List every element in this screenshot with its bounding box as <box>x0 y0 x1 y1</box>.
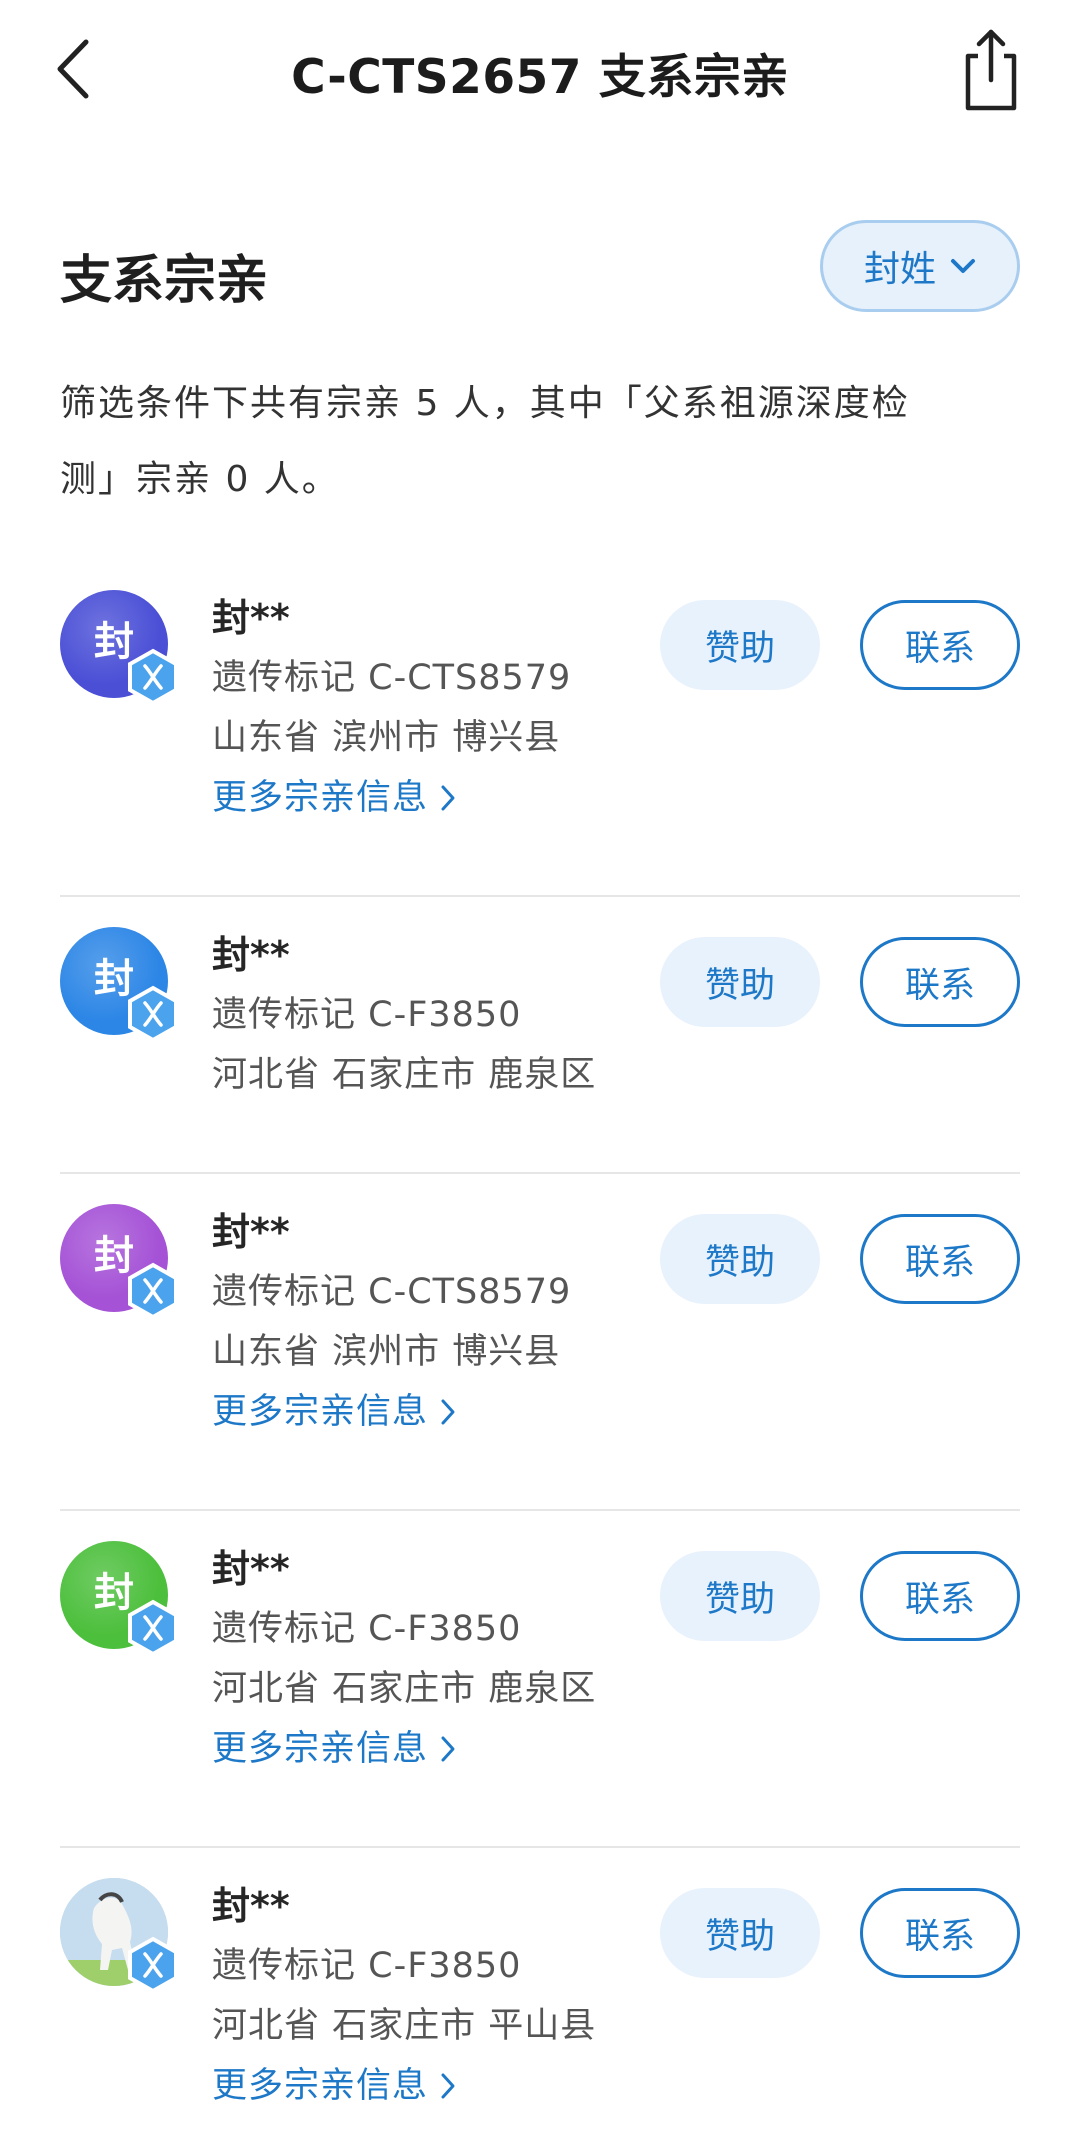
chevron-right-icon <box>441 1399 455 1425</box>
chevron-down-icon <box>951 259 975 273</box>
relative-name: 封** <box>212 596 290 640</box>
genetic-marker: 遗传标记 C-F3850 <box>212 1609 522 1649</box>
chevron-right-icon <box>441 1736 455 1762</box>
relative-location: 山东省 滨州市 博兴县 <box>212 718 561 758</box>
filter-label: 封姓 <box>863 249 936 290</box>
more-relative-info-link[interactable]: 更多宗亲信息 <box>212 1719 596 1779</box>
sponsor-button[interactable]: 赞助 <box>660 1888 820 1978</box>
relative-name: 封** <box>212 1547 290 1591</box>
dna-badge-icon <box>128 1262 178 1320</box>
sponsor-button[interactable]: 赞助 <box>660 1214 820 1304</box>
more-link-label: 更多宗亲信息 <box>212 2066 429 2106</box>
relative-info: 封** 遗传标记 C-F3850 河北省 石家庄市 平山县 更多宗亲信息 <box>212 1876 596 2116</box>
page-title: C-CTS2657 支系宗亲 <box>291 50 789 105</box>
more-link-label: 更多宗亲信息 <box>212 1729 429 1769</box>
surname-filter-button[interactable]: 封姓 <box>820 220 1020 312</box>
contact-button[interactable]: 联系 <box>860 600 1020 690</box>
dna-badge-icon <box>128 1599 178 1657</box>
relatives-list: 封封** 遗传标记 C-CTS8579 山东省 滨州市 博兴县 更多宗亲信息 赞助 联系封… <box>60 560 1020 2148</box>
contact-button[interactable]: 联系 <box>860 1888 1020 1978</box>
summary-line-1: 筛选条件下共有宗亲 5 人，其中「父系祖源深度检 <box>60 383 910 424</box>
contact-button[interactable]: 联系 <box>860 1551 1020 1641</box>
chevron-right-icon <box>441 785 455 811</box>
contact-button[interactable]: 联系 <box>860 1214 1020 1304</box>
sponsor-button[interactable]: 赞助 <box>660 1551 820 1641</box>
relative-location: 河北省 石家庄市 鹿泉区 <box>212 1055 597 1095</box>
genetic-marker: 遗传标记 C-CTS8579 <box>212 1272 572 1312</box>
more-link-label: 更多宗亲信息 <box>212 1392 429 1432</box>
more-relative-info-link[interactable]: 更多宗亲信息 <box>212 2056 596 2116</box>
relative-info: 封** 遗传标记 C-F3850 河北省 石家庄市 鹿泉区 <box>212 925 596 1105</box>
relative-location: 河北省 石家庄市 鹿泉区 <box>212 1669 597 1709</box>
section-header: 支系宗亲 封姓 <box>60 220 1020 320</box>
list-item: 封封** 遗传标记 C-F3850 河北省 石家庄市 鹿泉区 更多宗亲信息 赞助 联系 <box>60 1511 1020 1848</box>
relative-info: 封** 遗传标记 C-F3850 河北省 石家庄市 鹿泉区 更多宗亲信息 <box>212 1539 596 1779</box>
contact-button[interactable]: 联系 <box>860 937 1020 1027</box>
filter-summary: 筛选条件下共有宗亲 5 人，其中「父系祖源深度检 测」宗亲 0 人。 <box>60 366 1020 518</box>
list-item: 封封** 遗传标记 C-CTS8579 山东省 滨州市 博兴县 更多宗亲信息 赞助 联系 <box>60 1174 1020 1511</box>
dna-badge-icon <box>128 985 178 1043</box>
list-item: 封封** 遗传标记 C-CTS8579 山东省 滨州市 博兴县 更多宗亲信息 赞助 联系 <box>60 560 1020 897</box>
dna-badge-icon <box>128 1936 178 1994</box>
genetic-marker: 遗传标记 C-F3850 <box>212 1946 522 1986</box>
summary-line-2: 测」宗亲 0 人。 <box>60 459 340 500</box>
section-title: 支系宗亲 <box>60 251 269 311</box>
relative-name: 封** <box>212 1210 290 1254</box>
relative-location: 河北省 石家庄市 平山县 <box>212 2006 597 2046</box>
sponsor-button[interactable]: 赞助 <box>660 600 820 690</box>
more-relative-info-link[interactable]: 更多宗亲信息 <box>212 768 571 828</box>
relative-name: 封** <box>212 1884 290 1928</box>
dna-badge-icon <box>128 648 178 706</box>
genetic-marker: 遗传标记 C-CTS8579 <box>212 658 572 698</box>
chevron-right-icon <box>441 2073 455 2099</box>
list-item: 封封** 遗传标记 C-F3850 河北省 石家庄市 鹿泉区 赞助 联系 <box>60 897 1020 1174</box>
more-link-label: 更多宗亲信息 <box>212 778 429 818</box>
navigation-bar: C-CTS2657 支系宗亲 <box>0 0 1080 140</box>
share-icon[interactable] <box>960 28 1022 112</box>
relative-location: 山东省 滨州市 博兴县 <box>212 1332 561 1372</box>
more-relative-info-link[interactable]: 更多宗亲信息 <box>212 1382 571 1442</box>
sponsor-button[interactable]: 赞助 <box>660 937 820 1027</box>
relative-info: 封** 遗传标记 C-CTS8579 山东省 滨州市 博兴县 更多宗亲信息 <box>212 1202 571 1442</box>
relative-info: 封** 遗传标记 C-CTS8579 山东省 滨州市 博兴县 更多宗亲信息 <box>212 588 571 828</box>
list-item: 封** 遗传标记 C-F3850 河北省 石家庄市 平山县 更多宗亲信息 赞助 联系 <box>60 1848 1020 2148</box>
genetic-marker: 遗传标记 C-F3850 <box>212 995 522 1035</box>
relative-name: 封** <box>212 933 290 977</box>
